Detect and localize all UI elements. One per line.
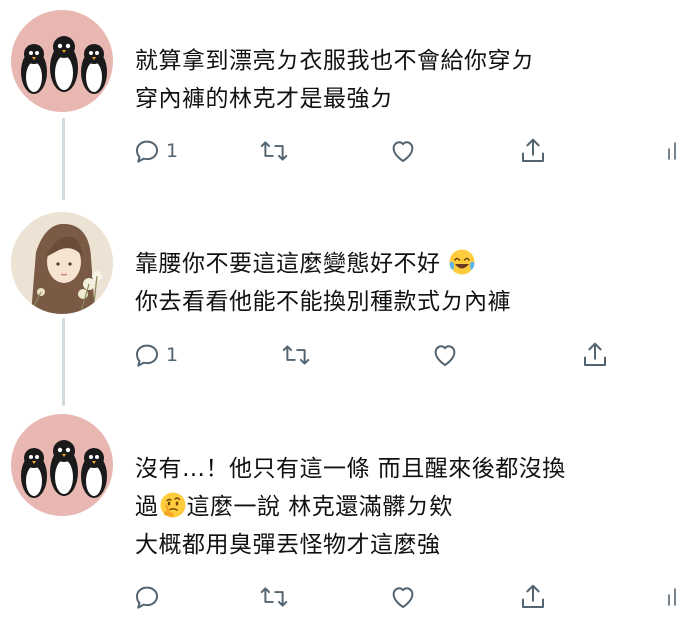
heart-icon (434, 345, 456, 366)
analytics-icon (668, 588, 676, 606)
reply-count: 1 (166, 344, 179, 366)
tweet-text: 沒有…！他只有這一條 而且醒來後都沒換 過 這麼一說 林克還滿髒ㄉ欸 大概都用臭… (135, 450, 680, 564)
analytics-button[interactable] (666, 579, 680, 615)
share-button[interactable] (518, 133, 548, 169)
like-button[interactable] (388, 133, 418, 169)
retweet-icon (282, 345, 310, 365)
heart-icon (392, 587, 414, 608)
retweet-button[interactable] (280, 337, 312, 373)
joy-emoji (448, 248, 476, 288)
tweet-actions: 1 (130, 337, 683, 373)
penguin-avatar-image (21, 440, 107, 498)
tweet-line: 就算拿到漂亮ㄉ衣服我也不會給你穿ㄉ (135, 48, 535, 74)
share-button[interactable] (518, 579, 548, 615)
tweet-text: 就算拿到漂亮ㄉ衣服我也不會給你穿ㄉ 穿內褲的林克才是最強ㄉ (135, 42, 680, 118)
tweet-line: 大概都用臭彈丟怪物才這麼強 (135, 532, 441, 558)
reply-button[interactable] (132, 579, 166, 615)
tweet-line-text: 靠腰你不要這這麼變態好不好 (135, 251, 441, 277)
thinking-emoji (159, 491, 187, 531)
analytics-button[interactable] (666, 133, 680, 169)
retweet-icon (260, 141, 288, 161)
like-button[interactable] (388, 579, 418, 615)
retweet-icon (260, 587, 288, 607)
tweet-actions (130, 579, 683, 615)
retweet-button[interactable] (258, 579, 290, 615)
penguin-avatar-image (21, 36, 107, 94)
tweet-line-text: 這麼一說 林克還滿髒ㄉ欸 (186, 494, 453, 520)
reply-button[interactable]: 1 (132, 133, 178, 169)
reply-icon (136, 586, 158, 609)
tweet-actions: 1 (130, 133, 683, 169)
reply-count: 1 (166, 140, 179, 162)
heart-icon (392, 141, 414, 162)
tweet-line: 穿內褲的林克才是最強ㄉ (135, 86, 394, 112)
reply-button[interactable]: 1 (132, 337, 178, 373)
analytics-icon (668, 142, 676, 160)
avatar[interactable] (11, 414, 113, 516)
thread-connector-2 (62, 318, 65, 406)
reply-icon (136, 344, 158, 367)
share-icon (522, 138, 544, 162)
share-icon (522, 584, 544, 608)
avatar[interactable] (11, 212, 113, 314)
tweet-line-prefix: 過 (135, 494, 159, 520)
tweet-text: 靠腰你不要這這麼變態好不好 你去看看他能不能換別種款式ㄉ內褲 (135, 245, 680, 321)
share-icon (584, 342, 606, 366)
share-button[interactable] (580, 337, 610, 373)
tweet-line: 過 這麼一說 林克還滿髒ㄉ欸 (135, 488, 680, 526)
like-button[interactable] (430, 337, 460, 373)
girl-illustration-avatar-image (11, 212, 113, 314)
tweet-line: 你去看看他能不能換別種款式ㄉ內褲 (135, 289, 511, 315)
retweet-button[interactable] (258, 133, 290, 169)
tweet-line: 靠腰你不要這這麼變態好不好 (135, 245, 680, 283)
thread-connector-1 (62, 118, 65, 200)
reply-icon (136, 140, 158, 163)
avatar[interactable] (11, 10, 113, 112)
tweet-line: 沒有…！他只有這一條 而且醒來後都沒換 (135, 456, 566, 482)
